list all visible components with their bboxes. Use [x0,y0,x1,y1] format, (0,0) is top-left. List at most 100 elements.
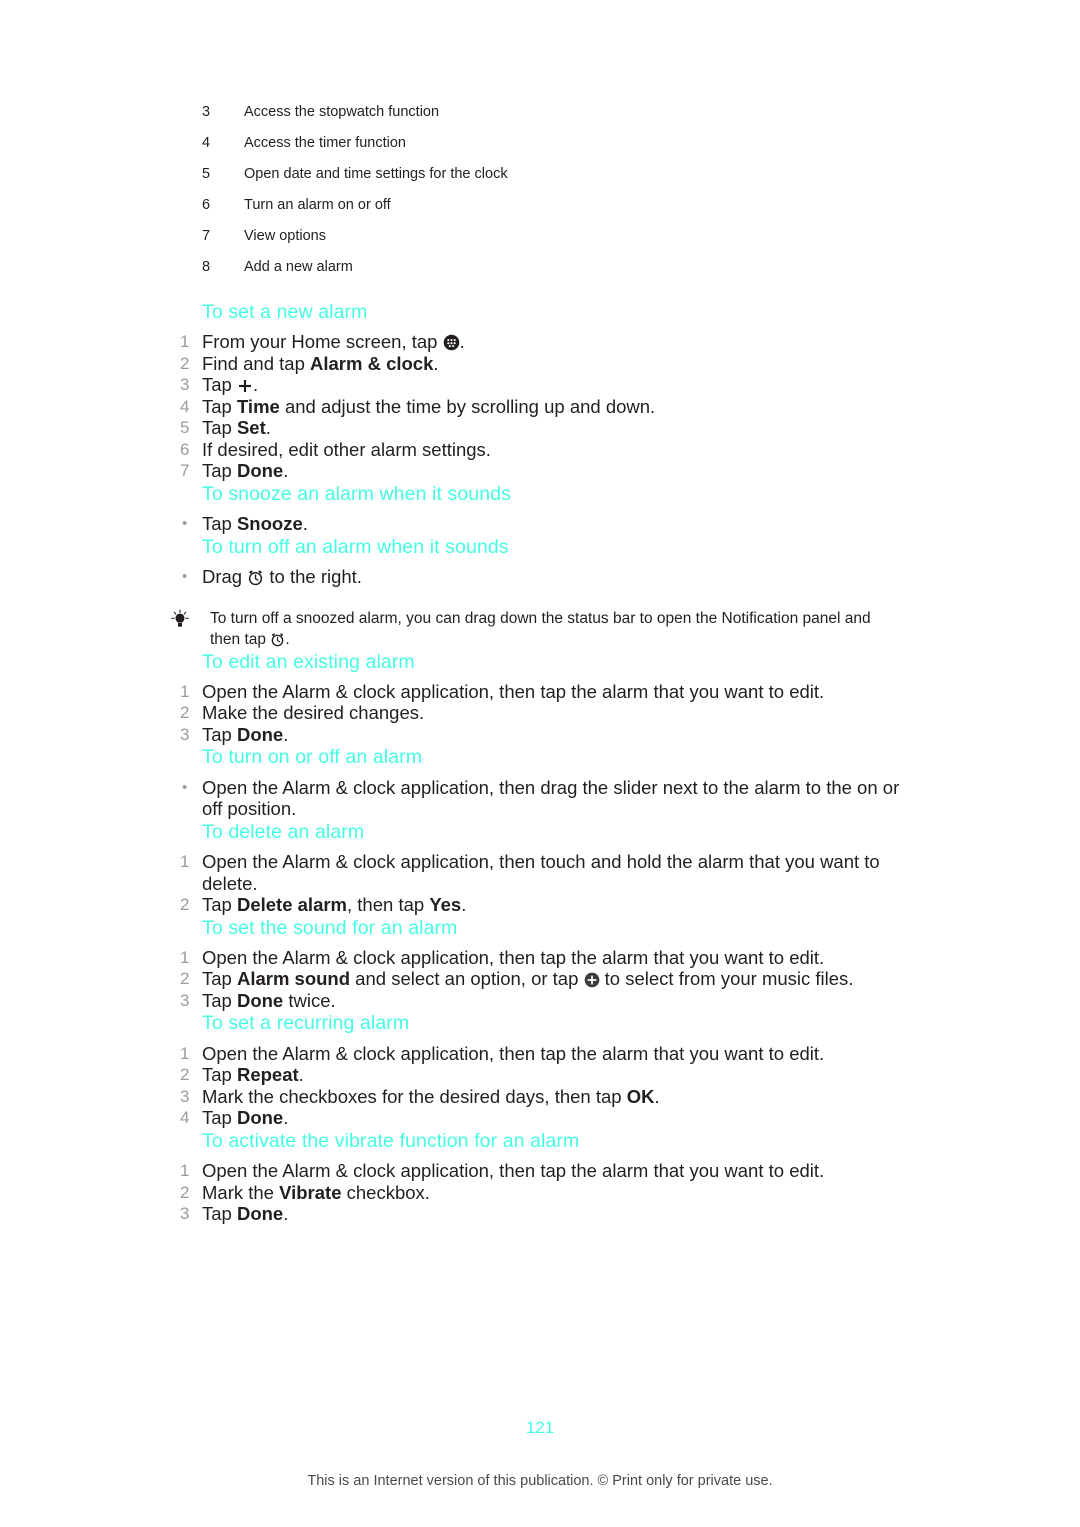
heading-recurring-alarm: To set a recurring alarm [202,1012,410,1035]
step-text: Open the Alarm & clock application, then… [202,851,880,894]
step-text-pre: Tap [202,1203,237,1225]
list-item: 1 Open the Alarm & clock application, th… [170,681,910,703]
list-item: 3 Tap . [170,374,910,396]
legend-row: 7 View options [202,228,902,259]
step-text-pre: Tap [202,1064,237,1086]
list-item: 7 Tap Done. [170,460,910,482]
bullet-marker: • [182,778,188,796]
legend-row: 4 Access the timer function [202,135,902,166]
circle-plus-icon [584,972,600,988]
step-text: Tap Done. [202,1107,910,1129]
step-text-pre: Tap [202,417,237,439]
step-text-post: . [433,352,439,374]
steps-vibrate-function: 1 Open the Alarm & clock application, th… [170,1160,910,1225]
steps-set-new-alarm: 1 From your Home screen, tap . 2 Find an… [170,331,910,482]
list-item: 4 Tap Done. [170,1107,910,1129]
step-number: 2 [180,969,190,989]
step-text: Tap Repeat. [202,1064,910,1086]
step-number: 1 [180,681,190,701]
step-number: 4 [180,1108,190,1128]
bullet-marker: • [182,568,188,586]
step-number: 1 [180,1043,190,1063]
step-number: 2 [180,1182,190,1202]
app-drawer-icon [443,334,460,351]
manual-page: 3 Access the stopwatch function 4 Access… [0,0,1080,1527]
list-item: 3 Tap Done twice. [170,990,910,1012]
list-item: 2 Mark the Vibrate checkbox. [170,1182,910,1204]
step-text-post: to the right. [264,566,362,588]
legend-number: 8 [202,259,211,275]
step-text-post: . [252,374,259,396]
list-item: 1 From your Home screen, tap . [170,331,910,353]
step-text: Open the Alarm & clock application, then… [202,1160,825,1182]
step-text-bold: Repeat [236,1064,299,1086]
legend-row: 3 Access the stopwatch function [202,104,902,135]
step-text-pre: Tap [202,723,237,745]
step-number: 3 [180,375,190,395]
heading-snooze-alarm: To snooze an alarm when it sounds [202,482,511,505]
legend-table: 3 Access the stopwatch function 4 Access… [202,104,902,290]
step-text-pre: Tap [202,374,237,396]
list-item: 3 Mark the checkboxes for the desired da… [170,1086,910,1108]
list-item: 1 Open the Alarm & clock application, th… [170,1043,910,1065]
step-text-bold: Alarm & clock [310,352,434,374]
step-text-post: . [283,1107,289,1129]
step-number: 1 [180,1161,190,1181]
step-text-bold: OK [626,1085,655,1107]
legend-number: 6 [202,197,211,213]
step-text-bold: Done [236,460,284,482]
step-text-pre: Tap [202,968,237,990]
step-text-bold: Alarm sound [236,968,351,990]
step-text-mid: and select an option, or tap [350,968,584,990]
list-item: • Open the Alarm & clock application, th… [170,777,910,820]
step-text-bold2: Yes [429,894,462,916]
step-text-bold: Time [236,395,280,417]
step-text: Open the Alarm & clock application, then… [202,1042,825,1064]
heading-turn-off-when-sounds: To turn off an alarm when it sounds [202,535,509,558]
lightbulb-icon [170,608,210,635]
step-number: 1 [180,332,190,352]
step-text: Tap Done. [202,724,910,746]
step-number: 1 [180,947,190,967]
step-text-post: . [283,460,289,482]
step-number: 5 [180,418,190,438]
legend-label: Add a new alarm [244,259,353,275]
steps-recurring-alarm: 1 Open the Alarm & clock application, th… [170,1043,910,1129]
step-text-mid: , then tap [347,894,430,916]
step-text-bold: Done [236,723,284,745]
step-text-post: . [461,894,467,916]
list-item: 3 Tap Done. [170,1203,910,1225]
step-text: Tap Delete alarm, then tap Yes. [202,894,910,916]
step-number: 3 [180,1204,190,1224]
steps-snooze-alarm: • Tap Snooze. [170,513,910,535]
list-item: 1 Open the Alarm & clock application, th… [170,947,910,969]
step-text-post: . [265,417,271,439]
step-text: Tap Snooze. [202,513,910,535]
legend-number: 4 [202,135,211,151]
step-text: Make the desired changes. [202,702,425,724]
step-text-post: to select from your music files. [599,968,854,990]
list-item: 5 Tap Set. [170,417,910,439]
step-text-post: checkbox. [341,1181,430,1203]
steps-turn-on-or-off: • Open the Alarm & clock application, th… [170,777,910,820]
legend-number: 7 [202,228,211,244]
steps-delete-alarm: 1 Open the Alarm & clock application, th… [170,851,910,916]
legend-label: Turn an alarm on or off [244,197,391,213]
bullet-marker: • [182,515,188,533]
list-item: 4 Tap Time and adjust the time by scroll… [170,396,910,418]
step-text-pre: Find and tap [202,352,310,374]
step-text-bold: Set [236,417,266,439]
step-text: Tap . [202,374,910,396]
list-item: 3 Tap Done. [170,724,910,746]
legend-row: 6 Turn an alarm on or off [202,197,902,228]
step-number: 4 [180,396,190,416]
step-text: Open the Alarm & clock application, then… [202,776,900,820]
step-text-post: and adjust the time by scrolling up and … [279,395,656,417]
step-text-bold: Done [236,1107,284,1129]
step-text: Drag to the right. [202,566,910,588]
alarm-clock-icon [247,569,264,586]
list-item: • Drag to the right. [170,566,910,588]
step-text-post: . [283,1203,289,1225]
heading-set-new-alarm: To set a new alarm [202,301,368,323]
step-text-pre: Tap [202,460,237,482]
